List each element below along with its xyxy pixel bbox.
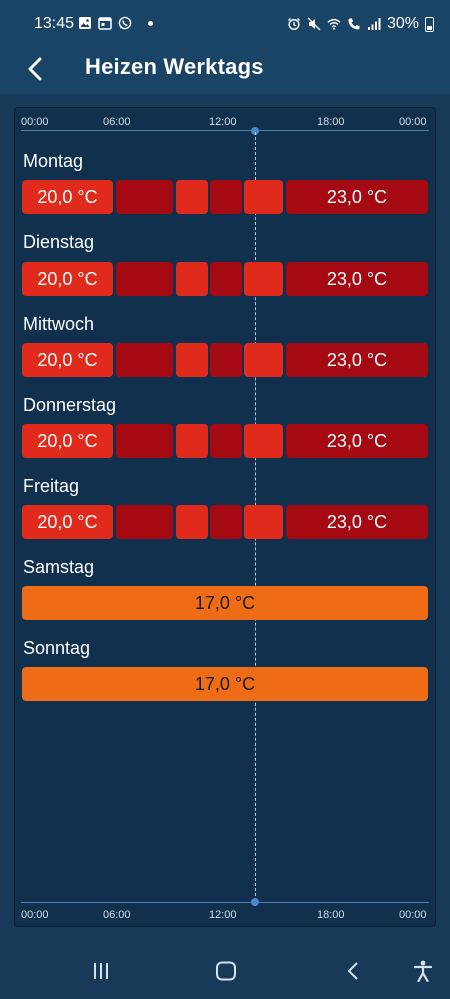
day-schedule-dienstag[interactable]: 20,0 °C 23,0 °C xyxy=(22,262,428,296)
more-notifications-dot xyxy=(148,20,153,26)
day-schedule-sonntag[interactable]: 17,0 °C xyxy=(22,667,428,701)
page-title: Heizen Werktags xyxy=(85,54,264,79)
schedule-segment[interactable] xyxy=(176,505,208,539)
schedule-segment[interactable] xyxy=(176,262,208,296)
schedule-segment[interactable]: 23,0 °C xyxy=(286,262,428,296)
battery-icon xyxy=(425,16,434,32)
tick-label: 18:00 xyxy=(317,909,345,921)
day-schedule-freitag[interactable]: 20,0 °C 23,0 °C xyxy=(22,505,428,539)
schedule-segment[interactable] xyxy=(210,180,242,214)
chevron-left-icon xyxy=(28,57,42,81)
schedule-segment[interactable]: 23,0 °C xyxy=(286,424,428,458)
system-icons: 30% xyxy=(287,15,434,33)
axis-line xyxy=(21,902,429,903)
tick-label: 06:00 xyxy=(103,909,131,921)
home-button[interactable] xyxy=(211,958,241,984)
schedule-segment[interactable] xyxy=(244,424,283,458)
day-label-donnerstag: Donnerstag xyxy=(23,395,117,415)
signal-icon xyxy=(367,18,381,30)
schedule-segment[interactable]: 20,0 °C xyxy=(22,424,113,458)
wifi-call-icon xyxy=(348,18,360,30)
day-label-freitag: Freitag xyxy=(23,476,80,496)
home-icon xyxy=(216,961,236,981)
tick-label: 00:00 xyxy=(399,116,427,128)
schedule-segment[interactable] xyxy=(116,262,173,296)
schedule-segment[interactable] xyxy=(176,424,208,458)
schedule-segment[interactable] xyxy=(116,343,173,377)
schedule-segment[interactable] xyxy=(210,343,242,377)
schedule-segment[interactable] xyxy=(210,424,242,458)
mute-icon xyxy=(307,17,321,31)
axis-line xyxy=(21,130,429,131)
schedule-segment[interactable] xyxy=(116,424,173,458)
day-schedule-donnerstag[interactable]: 20,0 °C 23,0 °C xyxy=(22,424,428,458)
day-label-mittwoch: Mittwoch xyxy=(23,314,95,334)
navigation-bar xyxy=(0,940,450,999)
schedule-segment[interactable] xyxy=(176,180,208,214)
day-label-sonntag: Sonntag xyxy=(23,638,91,658)
accessibility-button[interactable] xyxy=(408,958,438,984)
gallery-icon xyxy=(79,17,91,29)
calendar-icon xyxy=(98,17,112,30)
schedule-segment[interactable]: 23,0 °C xyxy=(286,180,428,214)
battery-percent: 30% xyxy=(386,15,419,32)
tick-label: 00:00 xyxy=(21,116,49,128)
whatsapp-icon xyxy=(118,16,132,30)
back-button[interactable] xyxy=(18,52,52,86)
status-bar: 13:45 30% xyxy=(0,0,450,46)
schedule-panel: 00:00 06:00 12:00 18:00 00:00 Montag 20,… xyxy=(14,107,436,927)
recent-apps-button[interactable] xyxy=(86,958,116,984)
system-back-button[interactable] xyxy=(338,958,368,984)
schedule-segment[interactable]: 17,0 °C xyxy=(22,586,428,620)
tick-label: 12:00 xyxy=(209,909,237,921)
tick-label: 00:00 xyxy=(21,909,49,921)
notification-icons xyxy=(78,16,153,30)
day-label-montag: Montag xyxy=(23,151,84,171)
status-time: 13:45 xyxy=(34,15,75,32)
schedule-segment[interactable] xyxy=(244,343,283,377)
schedule-segment[interactable]: 23,0 °C xyxy=(286,505,428,539)
tick-label: 18:00 xyxy=(317,116,345,128)
schedule-segment[interactable]: 23,0 °C xyxy=(286,343,428,377)
schedule-segment[interactable]: 20,0 °C xyxy=(22,343,113,377)
schedule-segment[interactable]: 20,0 °C xyxy=(22,505,113,539)
recent-apps-icon xyxy=(94,963,108,979)
schedule-segment[interactable]: 20,0 °C xyxy=(22,180,113,214)
wifi-icon xyxy=(327,18,341,30)
timeline-axis-top: 00:00 06:00 12:00 18:00 00:00 xyxy=(21,116,429,136)
timeline-axis-bottom: 00:00 06:00 12:00 18:00 00:00 xyxy=(21,898,429,925)
app-bar: Heizen Werktags xyxy=(0,46,450,94)
schedule-segment[interactable] xyxy=(176,343,208,377)
schedule-segment[interactable]: 17,0 °C xyxy=(22,667,428,701)
day-schedule-samstag[interactable]: 17,0 °C xyxy=(22,586,428,620)
schedule-segment[interactable] xyxy=(244,505,283,539)
tick-label: 06:00 xyxy=(103,116,131,128)
schedule-segment[interactable] xyxy=(244,262,283,296)
day-label-samstag: Samstag xyxy=(23,557,95,577)
day-label-dienstag: Dienstag xyxy=(23,232,95,252)
current-time-handle[interactable] xyxy=(251,898,259,906)
schedule-segment[interactable] xyxy=(210,505,242,539)
accessibility-icon xyxy=(413,960,433,982)
schedule-segment[interactable] xyxy=(210,262,242,296)
schedule-segment[interactable] xyxy=(244,180,283,214)
day-schedule-montag[interactable]: 20,0 °C 23,0 °C xyxy=(22,180,428,214)
schedule-segment[interactable] xyxy=(116,180,173,214)
alarm-icon xyxy=(287,18,300,31)
tick-label: 12:00 xyxy=(209,116,237,128)
schedule-segment[interactable] xyxy=(116,505,173,539)
tick-label: 00:00 xyxy=(399,909,427,921)
back-arrow-icon xyxy=(347,962,358,980)
day-schedule-mittwoch[interactable]: 20,0 °C 23,0 °C xyxy=(22,343,428,377)
schedule-segment[interactable]: 20,0 °C xyxy=(22,262,113,296)
